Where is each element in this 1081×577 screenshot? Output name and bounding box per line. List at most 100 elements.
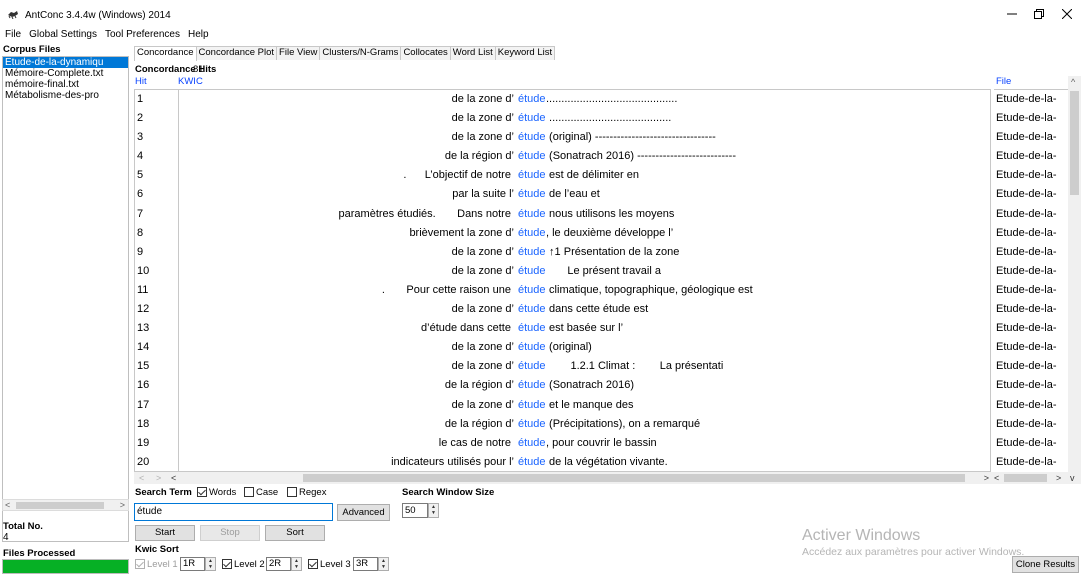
scroll-thumb[interactable] [303,474,965,482]
kwic-row[interactable]: par la suite l’ étude de l’eau et [179,185,990,204]
kwic-keyword[interactable]: étude [518,453,546,471]
file-cell[interactable]: Etude-de-la- [994,185,1068,204]
close-button[interactable] [1044,0,1081,28]
scroll-thumb[interactable] [16,502,104,509]
file-cell[interactable]: Etude-de-la- [994,396,1068,415]
kwic-row[interactable]: de la zone d’ étude dans cette étude est [179,300,990,319]
hit-number[interactable]: 7 [135,205,178,224]
tab-collocates[interactable]: Collocates [400,46,451,60]
file-hscrollbar[interactable]: < > v [992,472,1081,484]
kwic-row[interactable]: de la zone d’ étude (original) ----------… [179,128,990,147]
scroll-up-icon[interactable]: ^ [1071,77,1075,87]
results-vscrollbar[interactable]: ^ [1068,76,1081,472]
corpus-file-list[interactable]: Etude-de-la-dynamiqu Mémoire-Complete.tx… [2,56,129,542]
kwic-hscrollbar[interactable]: < > < > [134,472,992,484]
kwic-keyword[interactable]: étude [518,300,546,319]
kwic-keyword[interactable]: étude [518,281,546,300]
kwic-keyword[interactable]: étude [518,166,546,185]
hit-number[interactable]: 17 [135,396,178,415]
hit-number[interactable]: 2 [135,109,178,128]
window-size-input[interactable]: 50 [402,503,428,518]
hit-number[interactable]: 20 [135,453,178,472]
kwic-row[interactable]: paramètres étudiés. Dans notre étude nou… [179,205,990,224]
corpus-file-item[interactable]: Etude-de-la-dynamiqu [3,57,128,68]
kwic-row[interactable]: de la zone d’ étude Le présent travail a [179,262,990,281]
hit-number[interactable]: 18 [135,415,178,434]
level-3-stepper[interactable]: ▲ ▼ [378,557,389,571]
hit-number[interactable]: 3 [135,128,178,147]
hit-number-column[interactable]: 1 2 3 4 5 6 7 8 9 10 11 12 13 14 15 16 17 18 19 20 [134,89,178,472]
kwic-keyword[interactable]: étude [518,338,546,357]
tab-concordance[interactable]: Concordance [134,46,197,61]
level-3-input[interactable]: 3R [353,557,378,571]
scroll-left-icon[interactable]: < [994,473,999,483]
menu-file[interactable]: File [0,28,25,42]
clone-results-button[interactable]: Clone Results [1012,556,1079,573]
file-cell[interactable]: Etude-de-la- [994,147,1068,166]
kwic-row[interactable]: . L’objectif de notre étude est de délim… [179,166,990,185]
stop-button[interactable]: Stop [200,525,260,541]
scroll-right-icon[interactable]: > [120,500,125,510]
kwic-row[interactable]: de la zone d’ étude .....................… [179,109,990,128]
column-header-hit[interactable]: Hit [135,76,147,87]
file-cell[interactable]: Etude-de-la- [994,376,1068,395]
kwic-keyword[interactable]: étude [518,415,546,434]
file-cell[interactable]: Etude-de-la- [994,166,1068,185]
scroll-thumb[interactable] [1004,474,1047,482]
hit-number[interactable]: 10 [135,262,178,281]
level-1-checkbox[interactable] [135,559,145,569]
level-2-input[interactable]: 2R [266,557,291,571]
case-checkbox[interactable] [244,487,254,497]
file-cell[interactable]: Etude-de-la- [994,90,1068,109]
level-1-stepper[interactable]: ▲ ▼ [205,557,216,571]
words-option[interactable]: Words [197,487,236,498]
sort-button[interactable]: Sort [265,525,325,541]
kwic-row[interactable]: le cas de notre étude, pour couvrir le b… [179,434,990,453]
menu-help[interactable]: Help [184,28,213,42]
file-column[interactable]: Etude-de-la- Etude-de-la- Etude-de-la- Etud… [994,89,1068,472]
tab-clusters-ngrams[interactable]: Clusters/N-Grams [319,46,402,60]
kwic-keyword[interactable]: étude [518,262,546,281]
scroll-left-icon[interactable]: < [171,473,176,483]
hit-number[interactable]: 1 [135,90,178,109]
hit-number[interactable]: 14 [135,338,178,357]
file-cell[interactable]: Etude-de-la- [994,357,1068,376]
kwic-keyword[interactable]: étude [518,357,546,376]
regex-option[interactable]: Regex [287,487,326,498]
kwic-row[interactable]: de la zone d’ étude (original) [179,338,990,357]
kwic-keyword[interactable]: étude [518,185,546,204]
file-cell[interactable]: Etude-de-la- [994,224,1068,243]
start-button[interactable]: Start [135,525,195,541]
scroll-left-icon[interactable]: < [5,500,10,510]
tab-keyword-list[interactable]: Keyword List [494,46,556,60]
kwic-row[interactable]: indicateurs utilisés pour l’ étude de la … [179,453,990,471]
kwic-keyword[interactable]: étude [518,434,546,453]
file-cell[interactable]: Etude-de-la- [994,434,1068,453]
kwic-row[interactable]: de la région d’ étude (Sonatrach 2016) [179,376,990,395]
kwic-keyword[interactable]: étude [518,224,546,243]
corpus-file-item[interactable]: mémoire-final.txt [3,79,128,90]
column-header-kwic[interactable]: KWIC [178,76,203,87]
tab-file-view[interactable]: File View [276,46,321,60]
search-input[interactable]: étude [134,503,333,521]
level-1-input[interactable]: 1R [180,557,205,571]
hit-number[interactable]: 19 [135,434,178,453]
corpus-list-hscrollbar[interactable]: < > [2,499,129,511]
kwic-keyword[interactable]: étude [518,243,546,262]
kwic-keyword[interactable]: étude [518,396,546,415]
scroll-down-icon[interactable]: v [1070,473,1075,483]
scroll-right-icon[interactable]: > [1056,473,1061,483]
kwic-keyword[interactable]: étude [518,109,546,128]
hit-number[interactable]: 6 [135,185,178,204]
kwic-row[interactable]: brièvement la zone d’ étude, le deuxième … [179,224,990,243]
advanced-button[interactable]: Advanced [337,504,390,521]
level-3-checkbox[interactable] [308,559,318,569]
file-cell[interactable]: Etude-de-la- [994,415,1068,434]
corpus-file-item[interactable]: Mémoire-Complete.txt [3,68,128,79]
level-2-stepper[interactable]: ▲ ▼ [291,557,302,571]
hit-number[interactable]: 12 [135,300,178,319]
file-cell[interactable]: Etude-de-la- [994,319,1068,338]
hit-number[interactable]: 5 [135,166,178,185]
kwic-row[interactable]: de la zone d’ étude 1.2.1 Climat : La pré… [179,357,990,376]
kwic-row[interactable]: de la région d’ étude (Sonatrach 2016) --… [179,147,990,166]
